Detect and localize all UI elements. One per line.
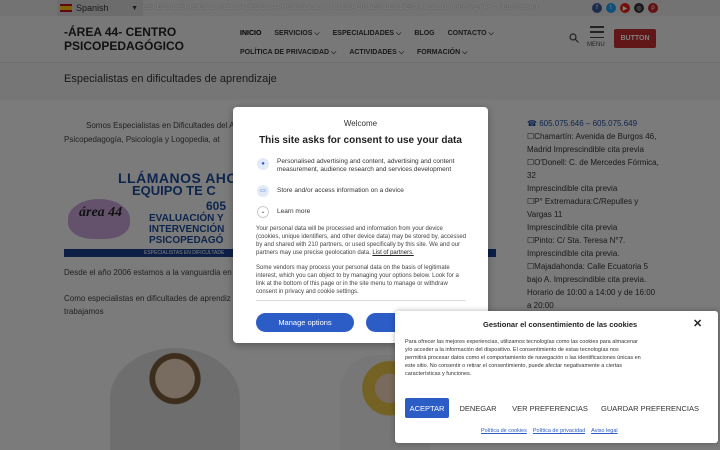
user-icon: ●	[257, 158, 269, 170]
modal-welcome: Welcome	[343, 119, 378, 128]
save-preferences-button[interactable]: GUARDAR PREFERENCIAS	[598, 398, 702, 418]
cookie-text: Para ofrecer las mejores experiencias, u…	[405, 339, 641, 377]
purpose-storage: ▭ Store and/or access information on a d…	[257, 185, 467, 197]
cookie-links: Política de cookies Política de privacid…	[481, 428, 618, 434]
learn-more-toggle[interactable]: ⌄ Learn more	[257, 206, 467, 218]
privacy-policy-link[interactable]: Política de privacidad	[533, 428, 585, 434]
cookie-title: Gestionar el consentimiento de las cooki…	[483, 320, 638, 329]
purpose-storage-text: Store and/or access information on a dev…	[277, 187, 404, 194]
view-preferences-button[interactable]: VER PREFERENCIAS	[508, 398, 592, 418]
deny-button[interactable]: DENEGAR	[453, 398, 503, 418]
consent-modal: Welcome This site asks for consent to us…	[233, 107, 488, 343]
modal-title: This site asks for consent to use your d…	[259, 135, 462, 146]
chevron-down-icon: ⌄	[257, 206, 269, 218]
learn-more-label: Learn more	[277, 208, 311, 215]
purpose-personalised: ● Personalised advertising and content, …	[257, 158, 467, 174]
accept-button[interactable]: ACEPTAR	[405, 398, 449, 418]
close-icon[interactable]: ✕	[693, 317, 702, 330]
partners-link[interactable]: List of partners.	[372, 250, 413, 256]
modal-body-2: Some vendors may process your personal d…	[256, 265, 459, 295]
cookie-banner: Gestionar el consentimiento de las cooki…	[395, 311, 718, 443]
modal-body-1-text: Your personal data will be processed and…	[256, 226, 467, 256]
modal-divider	[256, 300, 466, 301]
legal-notice-link[interactable]: Aviso legal	[591, 428, 618, 434]
modal-body-1: Your personal data will be processed and…	[256, 225, 466, 257]
cookie-policy-link[interactable]: Política de cookies	[481, 428, 527, 434]
manage-options-button[interactable]: Manage options	[256, 313, 354, 332]
purpose-personalised-text: Personalised advertising and content, ad…	[277, 158, 455, 173]
device-icon: ▭	[257, 185, 269, 197]
